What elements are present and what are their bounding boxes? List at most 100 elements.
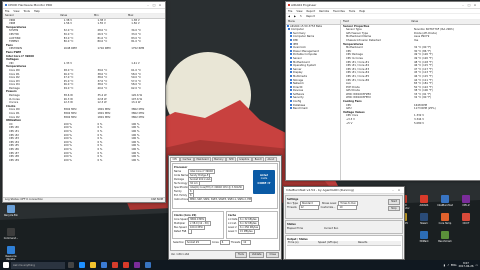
language-indicator[interactable]: ENG [451, 264, 457, 267]
desktop-icon[interactable]: 3DMark [414, 231, 434, 243]
notifications-icon[interactable]: ▭ [476, 264, 478, 267]
status-bar: Log Status: OFF 0 connection CAP NUM [3, 197, 165, 202]
menu-item[interactable]: View [13, 10, 19, 13]
tree-item[interactable]: Benchmark [286, 107, 340, 111]
tree-item-icon [290, 31, 292, 34]
close-button[interactable]: Close [266, 252, 279, 258]
close-icon[interactable]: × [396, 188, 402, 192]
desktop-icon[interactable]: CPU-Z [456, 195, 476, 207]
menu-item[interactable]: Help [34, 10, 40, 13]
system-tray: ▮ ♪ ENG 8:07 2017-06-26 ▭ [444, 260, 478, 270]
stop-button[interactable]: Stop [388, 205, 400, 211]
desktop-icon[interactable]: Resource Monitor [1, 246, 21, 261]
network-icon[interactable]: ▮ [444, 264, 445, 267]
edge-icon[interactable] [78, 262, 85, 268]
intelburntest-taskbar-icon[interactable] [144, 262, 151, 268]
tree-item-icon [290, 85, 292, 88]
clock[interactable]: 8:07 2017-06-26 [458, 262, 473, 268]
elapsed-time-label: Elapsed Time [287, 226, 304, 230]
setting-value[interactable]: 10 [337, 205, 358, 210]
volume-icon[interactable]: ♪ [447, 264, 449, 267]
navigation-tree: Menu AIDA64 v5.50.3753 Beta Computer Summa… [286, 20, 341, 180]
cores-value: 6 [219, 240, 230, 245]
field-cell: +5 V [346, 121, 353, 125]
aida64-titlebar[interactable]: AIDA64 Engineer – □ × [286, 2, 480, 9]
hwmonitor-window: CPUID Hardware Monitor PRO – □ × File Vie… [2, 1, 166, 203]
desktop-icon[interactable]: Core Temp [435, 213, 455, 225]
validate-button[interactable]: Validate [248, 252, 265, 258]
windows-start-icon[interactable] [2, 262, 9, 268]
desktop-icon-label: IntelBurnTest [437, 204, 453, 207]
menu-item[interactable]: Report [307, 10, 316, 13]
column-header: Time (s) [288, 241, 299, 244]
table-row[interactable]: CPU #9 100 % 0 % 100 % [3, 159, 165, 163]
back-icon[interactable]: ◀ [288, 15, 290, 18]
app-icon [462, 213, 470, 221]
tree-item-icon [290, 56, 292, 59]
desktop-icon[interactable]: IntelBurnTest [435, 195, 455, 207]
setting-value[interactable]: 12 [298, 205, 319, 210]
tree-item-icon [290, 49, 292, 52]
tools-button[interactable]: Tools [234, 252, 247, 258]
menu-item[interactable]: File [288, 10, 292, 13]
desktop-icon[interactable]: OCCT [456, 213, 476, 225]
field-label: Level 3 [228, 230, 237, 233]
column-header[interactable]: Field [341, 20, 411, 24]
close-icon[interactable]: × [472, 3, 478, 7]
hwmonitor-titlebar[interactable]: CPUID Hardware Monitor PRO – □ × [3, 2, 165, 9]
store-icon[interactable] [100, 262, 107, 268]
tree-item-icon [290, 38, 292, 41]
forward-icon[interactable]: ▶ [294, 15, 296, 18]
window-title: CPUID Hardware Monitor PRO [8, 3, 53, 7]
report-button[interactable]: Report [306, 15, 315, 18]
sensor-table: VIN6 1.38 V 1.38 V 1.38 V VIN8 1.56 V 1.55 V 1.… [3, 19, 165, 187]
desktop-icon[interactable]: AIDA64 [414, 195, 434, 207]
tree-item-icon [290, 100, 292, 103]
app-icon [441, 213, 449, 221]
hwmonitor-taskbar-icon[interactable] [111, 262, 118, 268]
menu-item[interactable]: View [296, 10, 302, 13]
desktop-icon[interactable]: Command... [1, 228, 21, 240]
socket-select[interactable]: Socket #1 [185, 240, 211, 245]
column-header[interactable]: Value [411, 20, 480, 24]
intelburntest-titlebar[interactable]: IntelBurnTest v2.54 - by AgentGOD (Runni… [284, 187, 404, 194]
desktop-icon-label: Benchmark [438, 240, 452, 243]
field-value: Intel(R) Core(TM) i7-3960X CPU @ 3.30GHz [188, 185, 244, 190]
tree-item-icon [290, 67, 292, 70]
table-row[interactable]: +5 V 5.080 V [341, 122, 480, 126]
app-icon [7, 228, 15, 236]
search-box[interactable]: Ask me anything [11, 261, 65, 269]
tree-item-icon [290, 71, 292, 74]
current-run-label: Current Run [323, 226, 339, 230]
app-icon [5, 4, 7, 6]
column-header[interactable]: Value [60, 14, 94, 18]
output-group: Output / Status Time (s) Speed (GFlops) … [285, 235, 403, 259]
start-button[interactable]: Start [388, 199, 400, 205]
output-header: Time (s) Speed (GFlops) Results [287, 241, 401, 246]
menu-item[interactable]: Tools [349, 10, 355, 13]
menu-item[interactable]: Remote [319, 10, 329, 13]
column-header[interactable]: Max [128, 14, 162, 18]
tree-item-icon [290, 89, 292, 92]
desktop-icon-label: Steam [420, 222, 428, 225]
menu-item[interactable]: Tools [24, 10, 30, 13]
refresh-icon[interactable]: ↻ [300, 15, 302, 18]
menu-item[interactable]: Favorites [333, 10, 345, 13]
desktop-icon[interactable]: Recycle Bin [1, 205, 21, 217]
tree-item-icon [290, 74, 292, 77]
menu-item[interactable]: File [5, 10, 9, 13]
cpuz-taskbar-icon[interactable] [133, 262, 140, 268]
status-text: Log Status: OFF 0 connection [5, 198, 44, 202]
tree-item-icon [290, 107, 292, 110]
file-explorer-icon[interactable] [89, 262, 96, 268]
aida64-taskbar-icon[interactable] [122, 262, 129, 268]
column-header[interactable]: Sensor [3, 14, 60, 18]
tree-item-icon [290, 78, 292, 81]
desktop-icon[interactable]: Benchmark [435, 231, 455, 243]
close-icon[interactable]: × [157, 3, 163, 7]
field-value: MMX, SSE, SSE2, SSE3, SSSE3, SSE4.1, SSE… [188, 197, 252, 202]
task-view-icon[interactable] [67, 262, 74, 268]
menu-item[interactable]: Help [359, 10, 365, 13]
desktop-icon[interactable]: Steam [414, 213, 434, 225]
column-header[interactable]: Min [94, 14, 128, 18]
